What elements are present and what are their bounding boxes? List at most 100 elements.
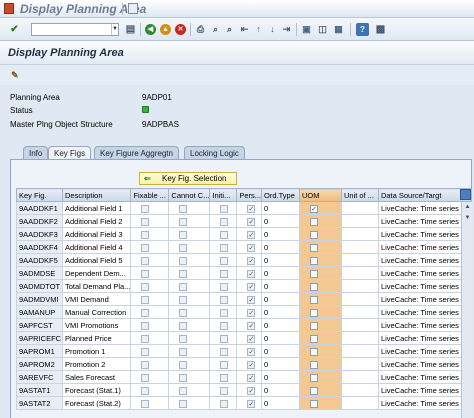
- key-fig-cell[interactable]: 9AADDKF4: [16, 240, 63, 254]
- persistent-checkbox[interactable]: [247, 204, 256, 213]
- fixable-checkbox[interactable]: [141, 256, 150, 265]
- cannot-change-checkbox[interactable]: [179, 347, 188, 356]
- table-row[interactable]: 9AADDKF5Additional Field 5 0 LiveCache: Ti…: [16, 253, 472, 267]
- initial-checkbox[interactable]: [220, 399, 229, 408]
- cannot-change-checkbox[interactable]: [179, 217, 188, 226]
- table-row[interactable]: 9AADDKF1Additional Field 1 0 LiveCache: Ti…: [16, 201, 472, 215]
- column-header-ord-type[interactable]: Ord.Type: [261, 188, 301, 202]
- fixable-checkbox[interactable]: [141, 360, 150, 369]
- local-layout-icon[interactable]: ▦: [332, 23, 345, 36]
- cannot-change-checkbox[interactable]: [179, 295, 188, 304]
- cannot-change-checkbox[interactable]: [179, 399, 188, 408]
- uom-checkbox[interactable]: [310, 204, 319, 213]
- first-page-icon[interactable]: ⇤: [238, 23, 251, 36]
- table-row[interactable]: 9ADMDTOTTotal Demand Pla... 0 LiveCache: T…: [16, 279, 472, 293]
- column-header-persistent[interactable]: Pers...: [236, 188, 263, 202]
- save-layout-icon[interactable]: [128, 3, 138, 14]
- key-fig-cell[interactable]: 9AADDKF1: [16, 201, 63, 215]
- uom-checkbox[interactable]: [310, 243, 319, 252]
- cannot-change-checkbox[interactable]: [179, 230, 188, 239]
- cannot-change-checkbox[interactable]: [179, 321, 188, 330]
- key-fig-cell[interactable]: 9ASTAT1: [16, 383, 63, 397]
- table-row[interactable]: 9AREVFCSales Forecast 0 LiveCache: Time se…: [16, 370, 472, 384]
- key-fig-selection-button[interactable]: ⇐ Key Fig. Selection: [139, 172, 237, 185]
- fixable-checkbox[interactable]: [141, 373, 150, 382]
- cancel-button[interactable]: ✕: [175, 24, 186, 35]
- key-fig-cell[interactable]: 9AMANUP: [16, 305, 63, 319]
- persistent-checkbox[interactable]: [247, 230, 256, 239]
- fixable-checkbox[interactable]: [141, 204, 150, 213]
- key-fig-cell[interactable]: 9APROM1: [16, 344, 63, 358]
- table-row[interactable]: 9AMANUPManual Correction 0 LiveCache: Time…: [16, 305, 472, 319]
- fixable-checkbox[interactable]: [141, 321, 150, 330]
- initial-checkbox[interactable]: [220, 308, 229, 317]
- tab-key-figs[interactable]: Key Figs: [48, 146, 92, 160]
- table-row[interactable]: 9ADMDVMIVMI Demand 0 LiveCache: Time serie…: [16, 292, 472, 306]
- initial-checkbox[interactable]: [220, 217, 229, 226]
- table-row[interactable]: 9ASTAT1Forecast (Stat.1) 0 LiveCache: Time…: [16, 383, 472, 397]
- initial-checkbox[interactable]: [220, 269, 229, 278]
- column-header-description[interactable]: Description: [61, 188, 132, 202]
- create-session-icon[interactable]: ▣: [300, 23, 313, 36]
- fixable-checkbox[interactable]: [141, 295, 150, 304]
- persistent-checkbox[interactable]: [247, 269, 256, 278]
- initial-checkbox[interactable]: [220, 295, 229, 304]
- key-fig-cell[interactable]: 9APROM2: [16, 357, 63, 371]
- uom-checkbox[interactable]: [310, 269, 319, 278]
- exit-button[interactable]: ▲: [160, 24, 171, 35]
- cannot-change-checkbox[interactable]: [179, 256, 188, 265]
- key-fig-cell[interactable]: 9ADMDVMI: [16, 292, 63, 306]
- uom-checkbox[interactable]: [310, 256, 319, 265]
- command-history-icon[interactable]: ▼: [111, 24, 118, 35]
- uom-checkbox[interactable]: [310, 282, 319, 291]
- table-row[interactable]: 9APROM2Promotion 2 0 LiveCache: Time serie…: [16, 357, 472, 371]
- fixable-checkbox[interactable]: [141, 282, 150, 291]
- uom-checkbox[interactable]: [310, 360, 319, 369]
- uom-checkbox[interactable]: [310, 230, 319, 239]
- key-fig-cell[interactable]: 9ADMDSE: [16, 266, 63, 280]
- table-settings-icon[interactable]: [460, 189, 471, 200]
- persistent-checkbox[interactable]: [247, 386, 256, 395]
- table-row[interactable]: 9ADMDSEDependent Dem... 0 LiveCache: Time …: [16, 266, 472, 280]
- fixable-checkbox[interactable]: [141, 334, 150, 343]
- next-page-icon[interactable]: ↓: [266, 23, 279, 36]
- persistent-checkbox[interactable]: [247, 347, 256, 356]
- column-header-key-fig[interactable]: Key Fig.: [16, 188, 63, 202]
- uom-checkbox[interactable]: [310, 321, 319, 330]
- column-header-fixable[interactable]: Fixable ...: [130, 188, 170, 202]
- uom-checkbox[interactable]: [310, 347, 319, 356]
- uom-checkbox[interactable]: [310, 399, 319, 408]
- command-field[interactable]: [31, 23, 119, 36]
- initial-checkbox[interactable]: [220, 334, 229, 343]
- cannot-change-checkbox[interactable]: [179, 282, 188, 291]
- uom-checkbox[interactable]: [310, 386, 319, 395]
- persistent-checkbox[interactable]: [247, 334, 256, 343]
- last-page-icon[interactable]: ⇥: [280, 23, 293, 36]
- initial-checkbox[interactable]: [220, 347, 229, 356]
- persistent-checkbox[interactable]: [247, 373, 256, 382]
- uom-checkbox[interactable]: [310, 334, 319, 343]
- table-row[interactable]: 9AADDKF2Additional Field 2 0 LiveCache: Ti…: [16, 214, 472, 228]
- initial-checkbox[interactable]: [220, 321, 229, 330]
- cannot-change-checkbox[interactable]: [179, 373, 188, 382]
- initial-checkbox[interactable]: [220, 282, 229, 291]
- table-row[interactable]: 9AADDKF4Additional Field 4 0 LiveCache: Ti…: [16, 240, 472, 254]
- column-header-data-source[interactable]: Data Source/Targt: [377, 188, 472, 202]
- key-fig-cell[interactable]: 9AREVFC: [16, 370, 63, 384]
- key-fig-cell[interactable]: 9ADMDTOT: [16, 279, 63, 293]
- cannot-change-checkbox[interactable]: [179, 269, 188, 278]
- persistent-checkbox[interactable]: [247, 399, 256, 408]
- key-fig-cell[interactable]: 9AADDKF3: [16, 227, 63, 241]
- persistent-checkbox[interactable]: [247, 295, 256, 304]
- persistent-checkbox[interactable]: [247, 360, 256, 369]
- enter-button[interactable]: ✔: [8, 23, 21, 36]
- fixable-checkbox[interactable]: [141, 347, 150, 356]
- find-icon[interactable]: ⌕: [209, 23, 222, 36]
- fixable-checkbox[interactable]: [141, 217, 150, 226]
- initial-checkbox[interactable]: [220, 373, 229, 382]
- cannot-change-checkbox[interactable]: [179, 386, 188, 395]
- uom-checkbox[interactable]: [310, 295, 319, 304]
- key-fig-cell[interactable]: 9AADDKF5: [16, 253, 63, 267]
- fixable-checkbox[interactable]: [141, 269, 150, 278]
- table-row[interactable]: 9AADDKF3Additional Field 3 0 LiveCache: Ti…: [16, 227, 472, 241]
